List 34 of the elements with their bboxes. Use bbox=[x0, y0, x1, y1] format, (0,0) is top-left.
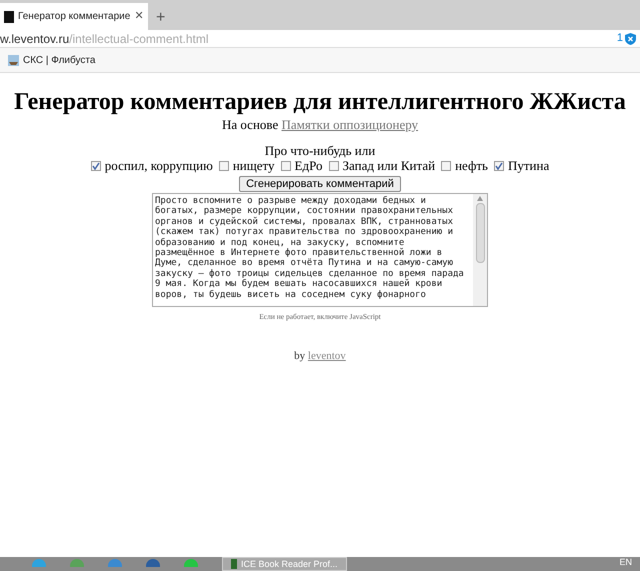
favicon-icon bbox=[4, 10, 14, 22]
checkbox[interactable] bbox=[280, 160, 291, 170]
new-tab-button[interactable]: + bbox=[156, 10, 166, 26]
checkbox[interactable] bbox=[90, 160, 101, 170]
checkbox-label: роспил, коррупцию bbox=[104, 158, 213, 173]
generate-button[interactable]: Сгенерировать комментарий bbox=[239, 176, 401, 192]
close-icon[interactable]: ✕ bbox=[134, 8, 144, 25]
language-indicator[interactable]: EN bbox=[619, 557, 632, 567]
checkbox-label: нищету bbox=[232, 158, 275, 173]
memo-link[interactable]: Памятки оппозиционеру bbox=[282, 117, 418, 132]
book-icon bbox=[231, 559, 237, 569]
checkbox-label: ЕдРо bbox=[294, 158, 322, 173]
subtitle-text: На основе bbox=[222, 117, 278, 132]
checkbox[interactable] bbox=[494, 160, 504, 170]
tab-title: Генератор комментарие bbox=[18, 10, 130, 24]
checkbox-label: нефть bbox=[455, 158, 488, 173]
bookmark-item[interactable]: СКС | Флибуста bbox=[8, 52, 96, 68]
checkbox[interactable] bbox=[328, 160, 338, 170]
scroll-up-icon[interactable] bbox=[477, 196, 483, 201]
comment-text: Просто вспомните о разрыве между доходами бедных и богатых, размере коррупции, состоянии правохранительных органов и судейской системы, провалах ВПК, странноватых (скажем так) потугах правительства по здровоохранению и образованию и под конец, на закуску, вспомните размещённое в Интернете фото правительственной ложи в Думе, сделанное во время отчёта Путина и на самую-самую закуску — фото троицы сидельцев сделанное по время парада 9 мая. Когда мы будем вешать насосавшихся нашей крови воров, ты будешь висеть на соседнем суку фонарного bbox=[154, 195, 465, 302]
prompt-text: Про что-нибудь или bbox=[264, 143, 376, 158]
scrollbar[interactable] bbox=[473, 194, 487, 306]
ship-icon bbox=[8, 54, 19, 66]
page-title: Генератор комментариев для интеллигентного ЖЖиста bbox=[14, 88, 626, 117]
checkbox[interactable] bbox=[441, 160, 452, 170]
byline-text: by bbox=[294, 350, 306, 362]
checkbox-label: Запад или Китай bbox=[342, 158, 436, 173]
shield-icon[interactable] bbox=[625, 32, 636, 44]
checkbox-label: Путина bbox=[508, 158, 550, 173]
author-link[interactable]: leventov bbox=[308, 350, 346, 362]
url-host[interactable]: w.leventov.ru bbox=[0, 30, 70, 48]
browser-tab[interactable]: Генератор комментарие ✕ bbox=[0, 3, 148, 30]
badge-count: 1 bbox=[616, 31, 623, 46]
checkbox[interactable] bbox=[218, 160, 229, 170]
